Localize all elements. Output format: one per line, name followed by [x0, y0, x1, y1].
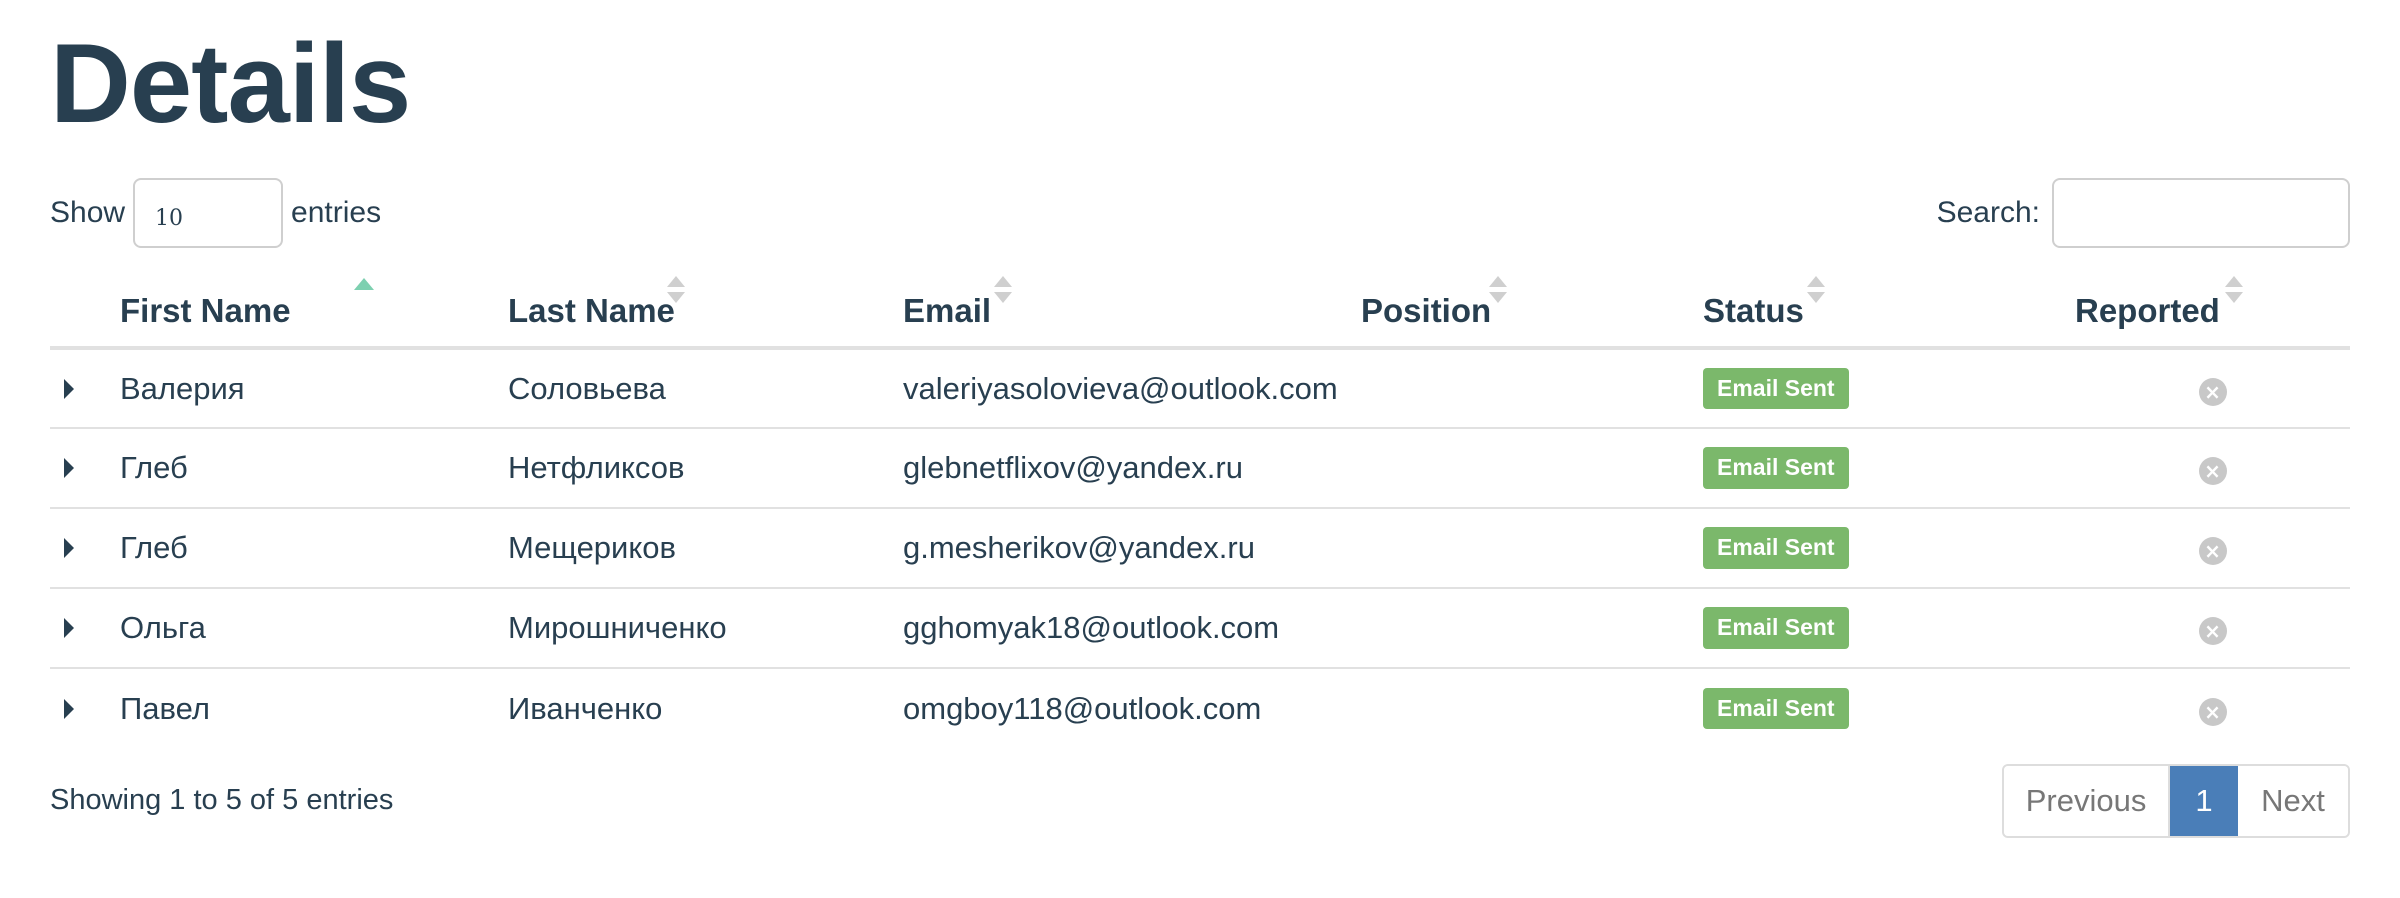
- previous-page-button[interactable]: Previous: [2004, 766, 2170, 836]
- x-circle-icon: ×: [2198, 457, 2227, 485]
- page-1-button[interactable]: 1: [2170, 766, 2238, 836]
- search-input[interactable]: [2052, 178, 2350, 248]
- cell-last-name: Иванченко: [508, 690, 663, 726]
- column-header-email[interactable]: Email: [903, 270, 1361, 350]
- cell-first-name: Валерия: [120, 370, 245, 406]
- x-circle-icon: ×: [2198, 617, 2227, 645]
- caret-right-icon: [64, 538, 74, 558]
- table-info: Showing 1 to 5 of 5 entries: [50, 784, 394, 816]
- details-table: First Name Last Name Email Position Stat…: [50, 270, 2350, 748]
- column-label: Status: [1703, 292, 1804, 329]
- cell-status: Email Sent: [1703, 588, 2075, 668]
- row-expand-toggle[interactable]: [50, 588, 120, 668]
- cell-position: [1361, 668, 1703, 748]
- pagination: Previous 1 Next: [2002, 764, 2350, 838]
- table-header-row: First Name Last Name Email Position Stat…: [50, 270, 2350, 350]
- sort-icon: [1807, 276, 1825, 306]
- page-title: Details: [50, 21, 411, 146]
- x-circle-icon: ×: [2198, 537, 2227, 565]
- sort-ascending-icon: [354, 278, 374, 290]
- show-label: Show: [50, 196, 126, 229]
- cell-reported: ×: [2075, 508, 2350, 588]
- cell-email: valeriyasolovieva@outlook.com: [903, 370, 1338, 406]
- cell-status: Email Sent: [1703, 428, 2075, 508]
- column-label: Email: [903, 292, 992, 329]
- column-header-status[interactable]: Status: [1703, 270, 2075, 350]
- cell-email: g.mesherikov@yandex.ru: [903, 530, 1255, 565]
- cell-email: glebnetflixov@yandex.ru: [903, 450, 1243, 485]
- search-label: Search:: [1936, 196, 2040, 229]
- entries-per-page-select[interactable]: 10: [133, 178, 284, 248]
- column-label: First Name: [120, 292, 291, 329]
- cell-last-name: Нетфликсов: [508, 450, 685, 485]
- cell-email: gghomyak18@outlook.com: [903, 610, 1280, 645]
- cell-last-name: Мещериков: [508, 530, 676, 565]
- cell-status: Email Sent: [1703, 348, 2075, 428]
- expander-header: [50, 270, 120, 350]
- status-badge: Email Sent: [1703, 687, 1849, 730]
- next-page-button[interactable]: Next: [2238, 766, 2348, 836]
- table-row[interactable]: Глеб Нетфликсов glebnetflixov@yandex.ru Ema…: [50, 428, 2350, 508]
- sort-icon: [994, 276, 1012, 306]
- column-header-last-name[interactable]: Last Name: [508, 270, 903, 350]
- entries-label: entries: [291, 196, 382, 229]
- cell-position: [1361, 348, 1703, 428]
- cell-first-name: Глеб: [120, 530, 188, 565]
- caret-right-icon: [64, 378, 74, 399]
- x-circle-icon: ×: [2198, 377, 2227, 406]
- cell-status: Email Sent: [1703, 508, 2075, 588]
- table-row[interactable]: Валерия Соловьева valeriyasolovieva@outloo…: [50, 348, 2350, 428]
- column-header-reported[interactable]: Reported: [2075, 270, 2350, 350]
- row-expand-toggle[interactable]: [50, 668, 120, 748]
- cell-reported: ×: [2075, 668, 2350, 748]
- caret-right-icon: [64, 618, 74, 638]
- row-expand-toggle[interactable]: [50, 508, 120, 588]
- x-circle-icon: ×: [2198, 697, 2227, 726]
- cell-reported: ×: [2075, 348, 2350, 428]
- column-label: Position: [1361, 292, 1492, 329]
- table-row[interactable]: Павел Иванченко omgboy118@outlook.com Email…: [50, 668, 2350, 748]
- cell-last-name: Мирошниченко: [508, 610, 727, 645]
- caret-right-icon: [64, 458, 74, 478]
- sort-icon: [667, 276, 685, 306]
- table-row[interactable]: Ольга Мирошниченко gghomyak18@outlook.com E…: [50, 588, 2350, 668]
- status-badge: Email Sent: [1703, 527, 1849, 569]
- length-control: Show 10 entries: [50, 178, 381, 248]
- caret-right-icon: [64, 698, 74, 719]
- column-label: Reported: [2075, 292, 2220, 329]
- status-badge: Email Sent: [1703, 447, 1849, 489]
- table-controls: Show 10 entries Search:: [50, 178, 2350, 248]
- column-header-first-name[interactable]: First Name: [120, 270, 508, 350]
- cell-position: [1361, 588, 1703, 668]
- cell-reported: ×: [2075, 588, 2350, 668]
- cell-status: Email Sent: [1703, 668, 2075, 748]
- search-control: Search:: [1937, 178, 2350, 248]
- cell-email: omgboy118@outlook.com: [903, 690, 1262, 726]
- sort-icon: [2225, 276, 2243, 306]
- cell-first-name: Ольга: [120, 610, 206, 645]
- cell-position: [1361, 508, 1703, 588]
- status-badge: Email Sent: [1703, 607, 1849, 649]
- status-badge: Email Sent: [1703, 367, 1849, 410]
- row-expand-toggle[interactable]: [50, 428, 120, 508]
- row-expand-toggle[interactable]: [50, 348, 120, 428]
- table-row[interactable]: Глеб Мещериков g.mesherikov@yandex.ru Email…: [50, 508, 2350, 588]
- cell-first-name: Павел: [120, 690, 210, 726]
- cell-last-name: Соловьева: [508, 370, 666, 406]
- cell-reported: ×: [2075, 428, 2350, 508]
- sort-icon: [1489, 276, 1507, 306]
- column-header-position[interactable]: Position: [1361, 270, 1703, 350]
- cell-position: [1361, 428, 1703, 508]
- column-label: Last Name: [508, 292, 675, 329]
- cell-first-name: Глеб: [120, 450, 188, 485]
